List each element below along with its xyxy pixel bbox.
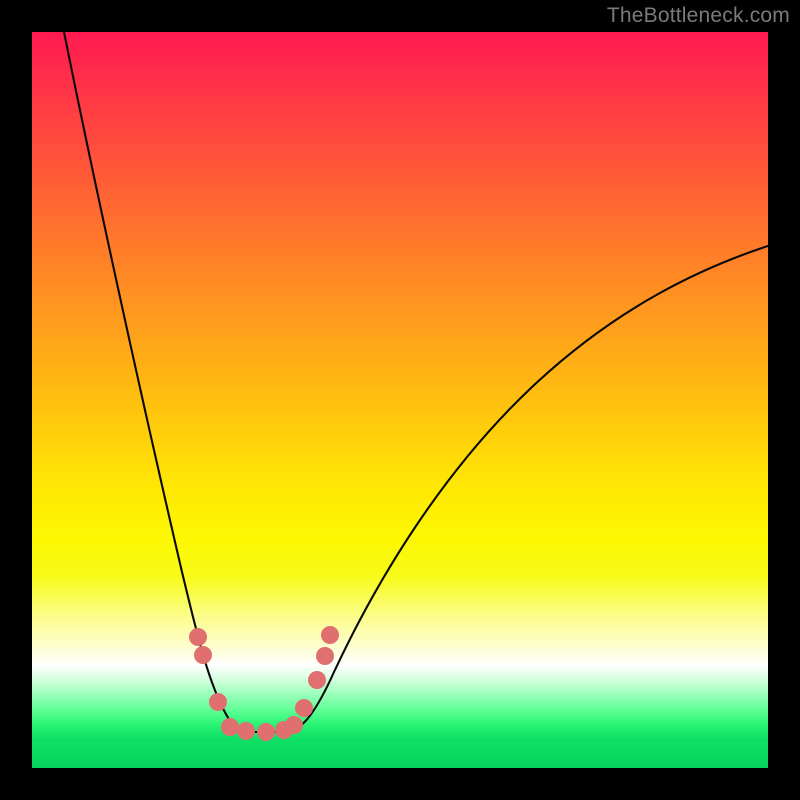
watermark-text: TheBottleneck.com <box>607 4 790 28</box>
chart-frame: TheBottleneck.com <box>0 0 800 800</box>
dot <box>285 716 303 734</box>
left-curve <box>62 32 252 732</box>
dot <box>308 671 326 689</box>
dot <box>295 699 313 717</box>
dot <box>189 628 207 646</box>
dot <box>237 722 255 740</box>
dot <box>194 646 212 664</box>
dot <box>209 693 227 711</box>
dot <box>221 718 239 736</box>
dot <box>316 647 334 665</box>
dot <box>257 723 275 741</box>
right-curve <box>288 244 768 732</box>
curves-layer <box>32 32 768 768</box>
plot-area <box>32 32 768 768</box>
dot <box>321 626 339 644</box>
